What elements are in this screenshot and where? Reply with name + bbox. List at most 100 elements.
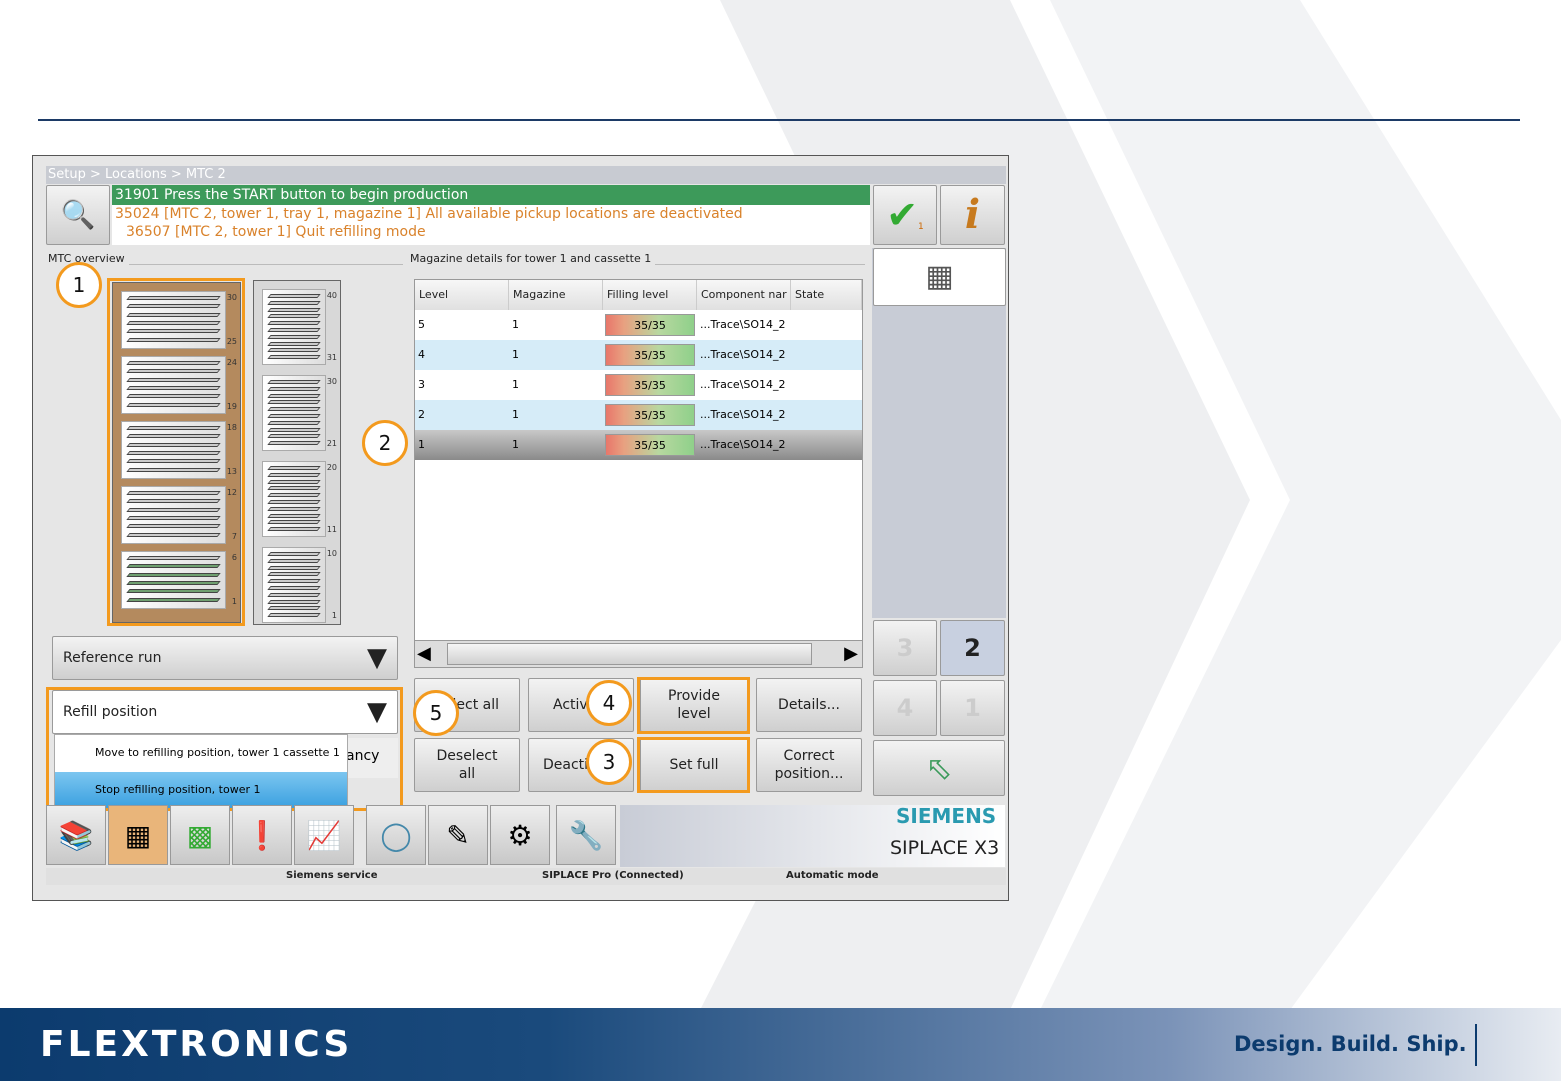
magazine-slot bbox=[267, 613, 321, 618]
cell-component: ...Trace\SO14_2 bbox=[700, 438, 786, 451]
magazine-slot bbox=[267, 479, 321, 484]
correct-position-button[interactable]: Correct position... bbox=[756, 738, 862, 792]
col-magazine[interactable]: Magazine bbox=[509, 280, 603, 310]
status-bar: Siemens service SIPLACE Pro (Connected) … bbox=[46, 868, 1006, 885]
level-number-top: 10 bbox=[326, 549, 337, 558]
cassette[interactable] bbox=[262, 289, 326, 365]
magazine-slot bbox=[267, 441, 321, 446]
table-row[interactable]: 2 1 35/35 ...Trace\SO14_2 bbox=[415, 400, 862, 430]
tool-mtc-icon[interactable]: ▦ bbox=[108, 805, 168, 865]
magazine-slot bbox=[267, 393, 321, 398]
tower-view-button[interactable]: ▦ bbox=[873, 248, 1006, 306]
magazine-details-label: Magazine details for tower 1 and cassett… bbox=[410, 252, 656, 265]
dropdown-arrow-icon: ▼ bbox=[367, 643, 387, 673]
table-row[interactable]: 3 1 35/35 ...Trace\SO14_2 bbox=[415, 370, 862, 400]
siemens-logo: SIEMENS bbox=[896, 804, 997, 828]
tower-2-button[interactable]: 2 bbox=[940, 620, 1005, 676]
highlight-set-full bbox=[637, 737, 750, 793]
message-panel: 31901 Press the START button to begin pr… bbox=[112, 185, 870, 245]
magazine-slot bbox=[267, 321, 321, 326]
scroll-right-icon[interactable]: ▶ bbox=[844, 643, 858, 664]
cell-level: 5 bbox=[418, 318, 425, 331]
tower-2[interactable]: 40 31 30 21 20 11 10 1 bbox=[253, 280, 341, 625]
magazine-slot bbox=[267, 527, 321, 532]
annotation-3: 3 bbox=[586, 739, 632, 785]
cassette[interactable] bbox=[262, 375, 326, 451]
magazine-slot bbox=[267, 472, 321, 477]
tool-chart-icon[interactable]: 📈 bbox=[294, 805, 354, 865]
tower-1-button[interactable]: 1 bbox=[940, 680, 1005, 736]
tool-board-icon[interactable]: ▩ bbox=[170, 805, 230, 865]
cassette[interactable] bbox=[262, 547, 326, 623]
tool-wrench-icon[interactable]: 🔧 bbox=[556, 805, 616, 865]
col-state[interactable]: State bbox=[791, 280, 862, 310]
fill-level-bar: 35/35 bbox=[605, 434, 695, 456]
info-button[interactable]: i bbox=[940, 185, 1005, 245]
reference-run-dropdown[interactable]: Reference run ▼ bbox=[52, 636, 398, 680]
grid-icon: ▦ bbox=[925, 259, 954, 294]
exit-button[interactable]: ⬁ bbox=[873, 740, 1005, 796]
cell-level: 1 bbox=[418, 438, 425, 451]
level-number-bottom: 31 bbox=[326, 353, 337, 362]
magazine-slot bbox=[267, 314, 321, 319]
cell-magazine: 1 bbox=[512, 408, 519, 421]
tagline: Design. Build. Ship. bbox=[1234, 1032, 1467, 1056]
level-number-top: 40 bbox=[326, 291, 337, 300]
highlight-tower bbox=[107, 278, 245, 626]
fill-level-bar: 35/35 bbox=[605, 374, 695, 396]
annotation-2: 2 bbox=[362, 420, 408, 466]
checkmark-icon: ✔ bbox=[886, 193, 919, 237]
tower-4-button[interactable]: 4 bbox=[873, 680, 937, 736]
deselect-all-button[interactable]: Deselect all bbox=[414, 738, 520, 792]
scroll-thumb[interactable] bbox=[447, 643, 812, 665]
tool-alerts-icon[interactable]: ❗ bbox=[232, 805, 292, 865]
cell-magazine: 1 bbox=[512, 378, 519, 391]
magazine-slot bbox=[267, 427, 321, 432]
magazine-slot bbox=[267, 599, 321, 604]
magazine-slot bbox=[267, 606, 321, 611]
table-row[interactable]: 1 1 35/35 ...Trace\SO14_2 bbox=[415, 430, 862, 460]
tool-nozzle-icon[interactable]: ✎ bbox=[428, 805, 488, 865]
cell-magazine: 1 bbox=[512, 348, 519, 361]
highlight-provide bbox=[637, 677, 750, 734]
col-filling[interactable]: Filling level bbox=[603, 280, 697, 310]
header-rule bbox=[38, 119, 1520, 121]
col-component[interactable]: Component nar bbox=[697, 280, 791, 310]
level-number-bottom: 21 bbox=[326, 439, 337, 448]
magazine-slot bbox=[267, 513, 321, 518]
magazine-slot bbox=[267, 400, 321, 405]
flextronics-logo: FLEXTRONICS bbox=[40, 1024, 353, 1065]
magnifier-button[interactable]: 🔍 bbox=[46, 185, 110, 245]
magazine-slot bbox=[267, 565, 321, 570]
table-row[interactable]: 5 1 35/35 ...Trace\SO14_2 bbox=[415, 310, 862, 340]
tagline-divider bbox=[1475, 1024, 1477, 1066]
cell-magazine: 1 bbox=[512, 318, 519, 331]
magazine-slot bbox=[267, 520, 321, 525]
magazine-slot bbox=[267, 328, 321, 332]
annotation-1: 1 bbox=[56, 262, 102, 308]
magazine-slot bbox=[267, 307, 321, 312]
horizontal-scrollbar[interactable]: ◀ ▶ bbox=[414, 640, 863, 668]
tool-camera-icon[interactable]: ◯ bbox=[366, 805, 426, 865]
message-green: 31901 Press the START button to begin pr… bbox=[112, 185, 870, 205]
acknowledge-button[interactable]: ✔ 1 bbox=[873, 185, 937, 245]
magazine-slot bbox=[267, 592, 321, 597]
magazine-slot bbox=[267, 355, 321, 360]
magazine-slot bbox=[267, 414, 321, 418]
tool-production-icon[interactable]: 📚 bbox=[46, 805, 106, 865]
check-count: 1 bbox=[918, 222, 924, 232]
magazine-slot bbox=[267, 434, 321, 439]
col-level[interactable]: Level bbox=[415, 280, 509, 310]
level-number-bottom: 1 bbox=[331, 611, 337, 620]
details-button[interactable]: Details... bbox=[756, 678, 862, 732]
tower-3-button[interactable]: 3 bbox=[873, 620, 937, 676]
cassette[interactable] bbox=[262, 461, 326, 537]
cell-component: ...Trace\SO14_2 bbox=[700, 318, 786, 331]
magazine-slot bbox=[267, 341, 321, 346]
scroll-left-icon[interactable]: ◀ bbox=[417, 643, 431, 664]
model-name: SIPLACE X3 bbox=[890, 837, 1000, 859]
table-row[interactable]: 4 1 35/35 ...Trace\SO14_2 bbox=[415, 340, 862, 370]
tool-settings-icon[interactable]: ⚙ bbox=[490, 805, 550, 865]
status-pro: SIPLACE Pro (Connected) bbox=[542, 870, 684, 881]
highlight-refill bbox=[46, 687, 403, 811]
